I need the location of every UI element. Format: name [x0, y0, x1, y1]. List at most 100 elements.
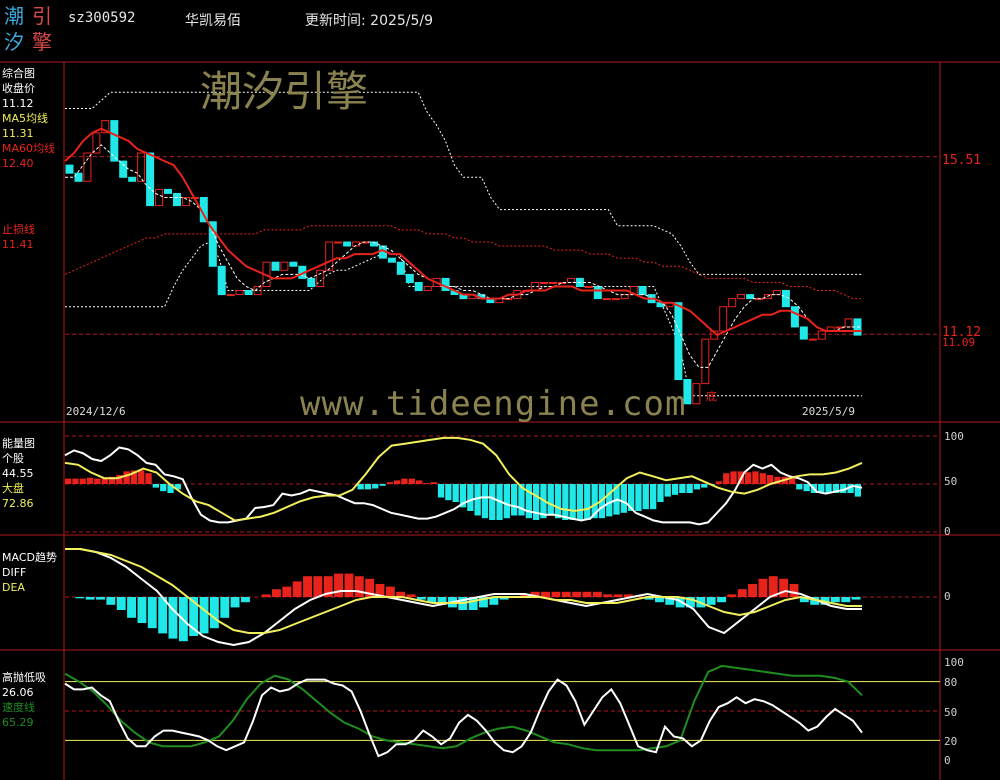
- macd-bar: [592, 591, 602, 597]
- panel-title: 高抛低吸: [2, 671, 46, 684]
- date-start-label: 2024/12/6: [66, 405, 126, 418]
- candle: [728, 298, 737, 308]
- candle: [584, 286, 593, 288]
- candle: [799, 326, 808, 340]
- legend-label: DIFF: [2, 566, 27, 579]
- energy-bar: [679, 484, 686, 493]
- candle: [271, 261, 280, 271]
- macd-bar: [541, 591, 550, 597]
- macd-bar: [603, 594, 613, 597]
- macd-bar: [241, 597, 250, 603]
- chart-canvas[interactable]: [0, 0, 1000, 780]
- macd-bar: [344, 573, 354, 597]
- candle: [387, 257, 396, 263]
- macd-bar: [727, 594, 737, 597]
- energy-bar: [401, 478, 408, 484]
- candle: [593, 286, 602, 300]
- legend-value: 26.06: [2, 686, 34, 699]
- candle: [549, 282, 558, 284]
- macd-bar: [841, 597, 851, 603]
- energy-tick: 50: [944, 475, 958, 488]
- stoploss-legend: 止损线 11.41: [2, 222, 35, 252]
- energy-bar: [642, 484, 649, 510]
- candle: [423, 286, 432, 291]
- upper-band-line: [65, 91, 862, 275]
- ma60-line: [64, 127, 862, 337]
- macd-bar: [75, 597, 85, 599]
- legend-value: 11.12: [2, 97, 34, 110]
- candle: [790, 306, 799, 328]
- candle: [692, 383, 701, 405]
- energy-tick: 100: [944, 430, 964, 443]
- energy-bar: [664, 484, 671, 497]
- candle: [674, 302, 683, 381]
- legend-label: MA60均线: [2, 142, 56, 155]
- candle: [737, 294, 746, 300]
- macd-bar: [127, 597, 136, 618]
- energy-bar: [650, 484, 657, 510]
- candle: [540, 282, 549, 284]
- candle: [638, 286, 647, 296]
- main-legend: 综合图 收盘价 11.12 MA5均线 11.31 MA60均线 12.40: [2, 66, 55, 171]
- candle: [244, 290, 253, 295]
- energy-bar: [452, 484, 459, 502]
- candle: [92, 132, 101, 154]
- long-ma-line: [64, 225, 862, 300]
- macd-bar: [209, 597, 219, 629]
- energy-bar: [386, 482, 393, 484]
- macd-bar: [737, 589, 747, 597]
- speed-line: [64, 664, 863, 752]
- energy-bar: [730, 471, 737, 484]
- energy-bar: [372, 484, 379, 489]
- panel-title: 能量图: [2, 437, 35, 450]
- energy-bar: [635, 484, 642, 511]
- candle: [83, 152, 92, 182]
- macd-bar: [272, 589, 281, 597]
- energy-bar: [759, 473, 766, 484]
- legend-label: MA5均线: [2, 112, 49, 125]
- energy-bar: [437, 484, 445, 498]
- macd-bar: [758, 578, 768, 597]
- bottom-marker: 底: [706, 390, 717, 403]
- gaopao-tick: 20: [944, 735, 958, 748]
- macd-bar: [137, 597, 147, 623]
- energy-bar: [152, 484, 159, 488]
- macd-bar: [96, 597, 105, 600]
- macd-bar: [406, 594, 416, 597]
- candle: [65, 164, 74, 174]
- energy-bar: [752, 471, 759, 484]
- energy-bar: [65, 478, 72, 484]
- energy-legend: 能量图 个股 44.55 大盘 72.86: [2, 436, 35, 511]
- energy-bar: [745, 472, 752, 484]
- macd-bar: [385, 586, 395, 597]
- legend-value: 72.86: [2, 497, 34, 510]
- energy-bar: [408, 478, 415, 484]
- energy-bar: [657, 484, 664, 502]
- candle: [137, 152, 146, 182]
- macd-bar: [313, 576, 323, 597]
- macd-bar: [292, 581, 302, 597]
- gaopao-tick: 80: [944, 676, 958, 689]
- energy-bar: [364, 484, 372, 490]
- gaopao-tick: 50: [944, 706, 958, 719]
- energy-bar: [357, 484, 364, 490]
- macd-bar: [748, 584, 757, 597]
- legend-label: DEA: [2, 581, 25, 594]
- candle: [343, 241, 352, 247]
- macd-bar: [354, 576, 364, 597]
- energy-bar: [379, 484, 386, 486]
- macd-bar: [613, 594, 623, 597]
- candle: [719, 306, 728, 332]
- panel-title: 综合图: [2, 67, 35, 80]
- macd-bar: [561, 591, 571, 597]
- energy-bar: [430, 482, 437, 484]
- candle: [567, 277, 575, 283]
- legend-label: 大盘: [2, 482, 24, 495]
- energy-bar: [489, 484, 496, 520]
- candle: [772, 290, 781, 295]
- candle: [146, 152, 155, 207]
- legend-label: 止损线: [2, 223, 35, 236]
- macd-bar: [282, 586, 292, 597]
- macd-legend: MACD趋势 DIFF DEA: [2, 550, 57, 595]
- candle: [620, 294, 629, 300]
